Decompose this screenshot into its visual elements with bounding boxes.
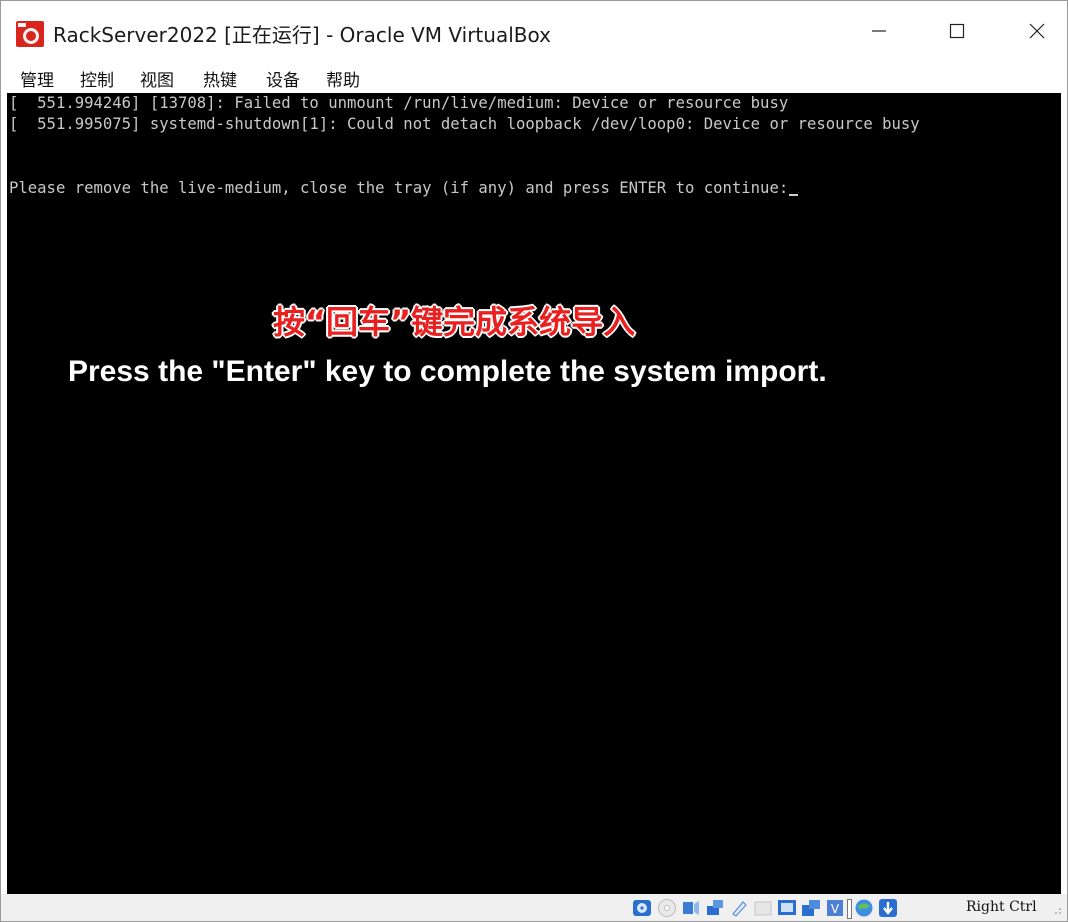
- console-line: [ 551.995075] systemd-shutdown[1]: Could…: [9, 115, 920, 133]
- menu-devices[interactable]: 设备: [264, 66, 302, 91]
- title-bar[interactable]: RackServer2022 [正在运行] - Oracle VM Virtua…: [1, 1, 1067, 61]
- virtualbox-window: RackServer2022 [正在运行] - Oracle VM Virtua…: [0, 0, 1068, 922]
- display-icon[interactable]: [777, 898, 797, 918]
- separator-bar: [847, 899, 852, 919]
- maximize-icon: [949, 23, 965, 39]
- console-prompt: Please remove the live-medium, close the…: [9, 179, 789, 197]
- instruction-overlay-english: Press the "Enter" key to complete the sy…: [68, 355, 827, 388]
- resize-grip-icon[interactable]: [1049, 902, 1063, 916]
- menu-manage[interactable]: 管理: [18, 66, 56, 91]
- close-button[interactable]: [1014, 1, 1060, 61]
- mouse-integration-icon[interactable]: [854, 898, 874, 918]
- console-line: [ 551.994246] [13708]: Failed to unmount…: [9, 94, 789, 112]
- window-title: RackServer2022 [正在运行] - Oracle VM Virtua…: [53, 23, 551, 47]
- menu-help[interactable]: 帮助: [324, 66, 362, 91]
- hard-disk-icon[interactable]: [632, 898, 652, 918]
- menu-bar: 管理 控制 视图 热键 设备 帮助: [1, 63, 1067, 93]
- optical-drive-icon[interactable]: [657, 898, 677, 918]
- keyboard-capture-icon[interactable]: [878, 898, 898, 918]
- console-output: [ 551.994246] [13708]: Failed to unmount…: [7, 93, 1061, 219]
- minimize-icon: [872, 30, 886, 32]
- text-cursor: [789, 194, 799, 196]
- shared-folders-icon[interactable]: [753, 898, 773, 918]
- virtualbox-app-icon: [16, 21, 44, 47]
- network-icon[interactable]: [705, 898, 725, 918]
- console-prompt-line: Please remove the live-medium, close the…: [9, 178, 799, 199]
- status-bar: V Right Ctrl: [1, 894, 1067, 921]
- host-key-label: Right Ctrl: [966, 899, 1037, 915]
- menu-control[interactable]: 控制: [78, 66, 116, 91]
- menu-view[interactable]: 视图: [138, 66, 176, 91]
- instruction-overlay-chinese: 按“回车”键完成系统导入: [273, 303, 636, 341]
- audio-icon[interactable]: [681, 898, 701, 918]
- virtualization-icon[interactable]: V: [825, 898, 845, 918]
- close-icon: [1029, 23, 1045, 39]
- minimize-button[interactable]: [856, 1, 902, 61]
- svg-text:V: V: [831, 902, 840, 916]
- menu-hotkeys[interactable]: 热键: [201, 66, 239, 91]
- vm-screen[interactable]: [ 551.994246] [13708]: Failed to unmount…: [7, 93, 1061, 894]
- recording-icon[interactable]: [801, 898, 821, 918]
- maximize-button[interactable]: [934, 1, 980, 61]
- usb-icon[interactable]: [729, 898, 749, 918]
